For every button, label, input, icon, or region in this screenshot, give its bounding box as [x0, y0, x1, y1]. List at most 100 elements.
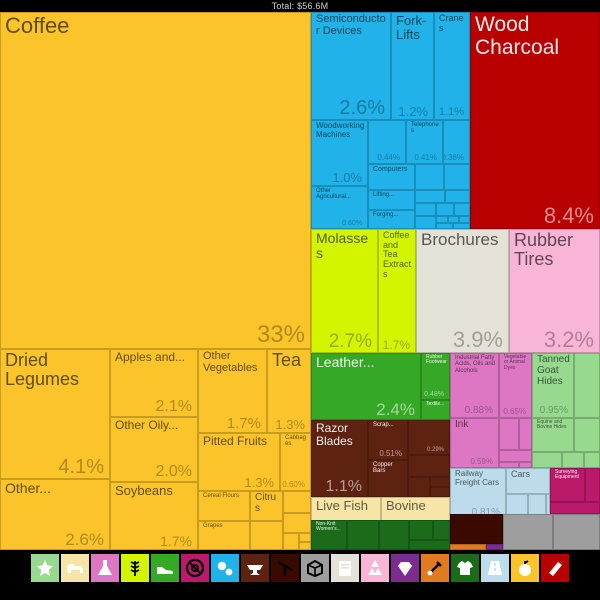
treemap-cell[interactable] [503, 514, 553, 550]
treemap-cell[interactable]: 0.44% [368, 120, 406, 164]
treemap-cell[interactable] [415, 203, 436, 216]
treemap-cell[interactable]: Other Agricultural... 0.60% [311, 186, 368, 229]
treemap-cell[interactable]: Semiconductor Devices 2.6% [311, 12, 391, 120]
tire-icon[interactable] [181, 554, 209, 582]
treemap-cell[interactable]: Tea 1.3% [267, 349, 311, 433]
treemap-cell[interactable]: Telephones 0.41% [406, 120, 443, 164]
treemap-cell[interactable]: Industrial Fatty Acids, Oils and Alcohol… [450, 353, 499, 418]
treemap-cell[interactable]: Railway Freight Cars 0.81% [450, 468, 506, 520]
treemap-cell[interactable]: Fork-Lifts 1.2% [391, 12, 434, 120]
treemap-cell[interactable]: Other... 2.6% [0, 479, 110, 550]
treemap-cell[interactable]: Soybeans 1.7% [110, 482, 198, 550]
treemap-cell[interactable]: Cabbages 0.60% [280, 433, 311, 491]
wheat-icon[interactable] [121, 554, 149, 582]
treemap-cell[interactable] [448, 216, 459, 223]
treemap-cell[interactable] [299, 533, 311, 542]
treemap-cell[interactable]: Cars [506, 468, 550, 494]
treemap-cell[interactable] [415, 216, 436, 229]
treemap-cell[interactable] [283, 533, 299, 550]
treemap-cell[interactable] [299, 542, 311, 550]
treemap-cell[interactable]: Pitted Fruits 1.3% [198, 433, 280, 491]
treemap-cell[interactable] [408, 455, 450, 477]
treemap-cell[interactable]: Other Vegetables 1.7% [198, 349, 267, 433]
treemap-cell[interactable] [519, 418, 532, 450]
treemap-cell[interactable]: Coffee and Tea Extracts 1.7% [378, 229, 416, 353]
treemap-cell[interactable] [499, 418, 519, 450]
treemap-cell[interactable]: 0.29% [408, 420, 450, 455]
treemap-cell[interactable]: Cranes 1.1% [434, 12, 470, 120]
treemap-cell[interactable]: Computers [368, 164, 415, 190]
tools-icon[interactable] [421, 554, 449, 582]
treemap-cell[interactable]: Textile... [421, 400, 450, 420]
flask-icon[interactable] [91, 554, 119, 582]
treemap-cell[interactable] [409, 520, 433, 540]
treemap-cell[interactable]: Brochures 3.9% [416, 229, 509, 353]
pickaxe-icon[interactable] [271, 554, 299, 582]
treemap-cell[interactable] [574, 353, 600, 418]
treemap-cell[interactable] [409, 540, 450, 550]
treemap-cell[interactable] [250, 521, 283, 550]
anvil-icon[interactable] [241, 554, 269, 582]
treemap-cell[interactable] [574, 418, 600, 452]
treemap-cell[interactable]: Lifting... [368, 190, 415, 210]
treemap-cell[interactable] [415, 164, 444, 190]
treemap-cell[interactable]: Apples and... 2.1% [110, 349, 198, 417]
treemap-cell[interactable] [408, 477, 430, 497]
treemap-cell[interactable]: Other Oily... 2.0% [110, 417, 198, 482]
treemap-cell[interactable]: Woodworking Machines 1.0% [311, 120, 368, 186]
treemap-cell[interactable]: Scrap... 0.51% [368, 420, 408, 460]
eraser-icon[interactable] [541, 554, 569, 582]
treemap-cell[interactable] [550, 502, 600, 514]
treemap-cell[interactable]: Equine and Bovine Hides [532, 418, 574, 452]
treemap-cell[interactable] [585, 468, 600, 502]
gem-icon[interactable] [391, 554, 419, 582]
treemap-cell[interactable]: Leather... 2.4% [311, 353, 421, 420]
treemap-cell[interactable] [584, 452, 600, 468]
gears-icon[interactable] [211, 554, 239, 582]
vegetable-icon[interactable] [511, 554, 539, 582]
treemap-cell[interactable] [553, 514, 600, 550]
treemap-cell[interactable]: Vegetable or Animal Dyes 0.65% [499, 353, 532, 418]
treemap-cell[interactable] [347, 520, 379, 550]
book-icon[interactable] [331, 554, 359, 582]
treemap-cell[interactable] [444, 164, 470, 190]
treemap-cell[interactable] [379, 520, 409, 550]
star-icon[interactable] [31, 554, 59, 582]
road-icon[interactable] [481, 554, 509, 582]
treemap-cell[interactable] [415, 190, 445, 203]
treemap-cell[interactable]: Dried Legumes 4.1% [0, 349, 110, 479]
treemap-cell[interactable] [436, 203, 454, 216]
treemap-cell[interactable]: Surveying Equipment [550, 468, 585, 502]
treemap-cell[interactable]: 0.38% [443, 120, 470, 164]
treemap-cell[interactable]: Grapes [198, 521, 250, 550]
treemap-cell[interactable] [499, 450, 532, 462]
tshirt-icon[interactable] [451, 554, 479, 582]
livestock-icon[interactable] [61, 554, 89, 582]
treemap-cell[interactable] [459, 216, 470, 223]
treemap-cell[interactable]: Copper Bars [368, 460, 408, 497]
treemap-cell[interactable] [532, 452, 562, 468]
treemap-cell[interactable]: Citrus [250, 491, 283, 521]
treemap-cell[interactable]: Coffee 33% [0, 12, 311, 349]
treemap-cell[interactable]: Rubber Footwear 0.48% [421, 353, 450, 400]
treemap-cell[interactable] [433, 520, 450, 540]
treemap-cell[interactable] [283, 513, 311, 533]
treemap-cell[interactable] [430, 487, 450, 497]
treemap-cell[interactable]: Molasses 2.7% [311, 229, 378, 353]
treemap-cell[interactable] [436, 216, 448, 223]
treemap-cell[interactable] [454, 203, 470, 216]
treemap-cell[interactable]: Cereal Flours [198, 491, 250, 521]
recycle-icon[interactable] [361, 554, 389, 582]
treemap-cell[interactable]: Non-Knit Women's... [311, 520, 347, 550]
package-icon[interactable] [301, 554, 329, 582]
shoe-icon[interactable] [151, 554, 179, 582]
treemap-cell[interactable]: Forging... [368, 210, 415, 229]
treemap-cell[interactable]: Ink 0.59% [450, 418, 499, 468]
treemap-cell[interactable] [283, 491, 311, 513]
treemap-cell[interactable]: Wood Charcoal 8.4% [470, 12, 600, 229]
treemap-cell[interactable]: Tanned Goat Hides 0.95% [532, 353, 574, 418]
treemap-cell[interactable] [445, 190, 470, 203]
treemap-cell[interactable] [430, 477, 450, 487]
treemap-cell[interactable] [450, 514, 503, 544]
treemap-cell[interactable]: Razor Blades 1.1% [311, 420, 368, 497]
